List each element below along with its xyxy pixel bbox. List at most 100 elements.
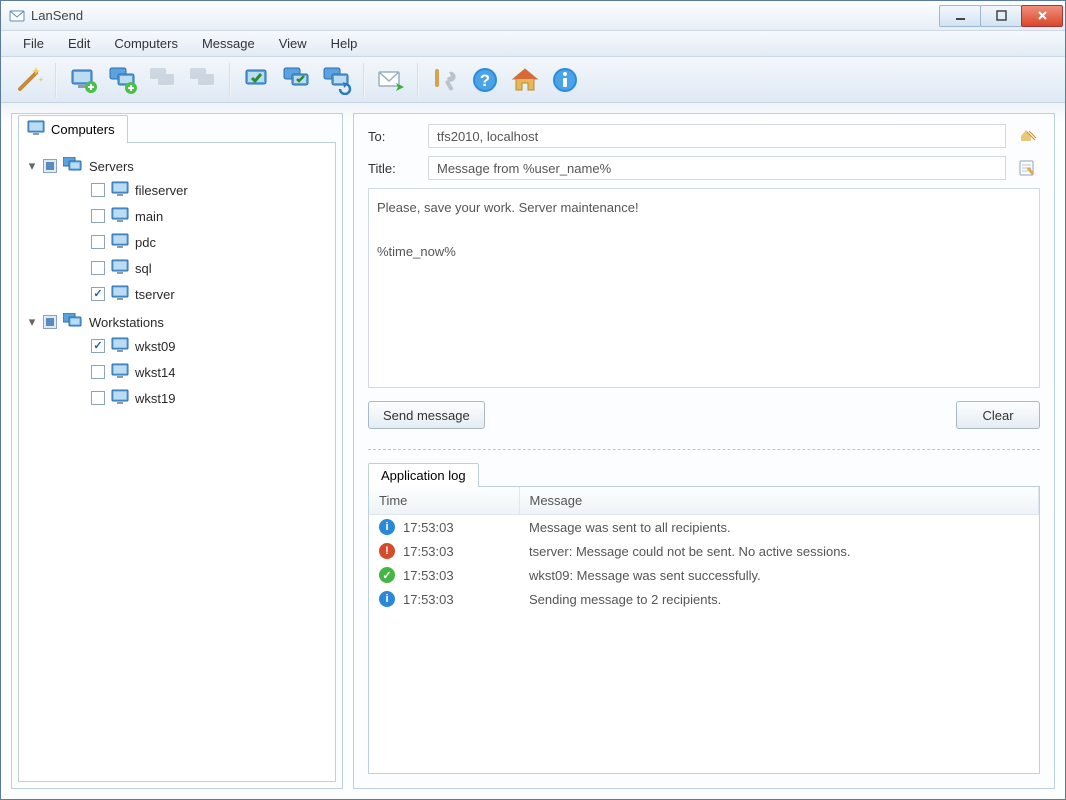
tab-computers[interactable]: Computers [18,115,128,143]
log-col-time[interactable]: Time [369,487,519,515]
computer-icon [111,363,129,382]
log-row[interactable]: ✓17:53:03wkst09: Message was sent succes… [369,563,1039,587]
send-message-button[interactable]: Send message [368,401,485,429]
computers-tree[interactable]: ▾ Serversfileserver main pdc sql tserver ▾ Work… [19,143,335,423]
close-button[interactable] [1021,5,1063,27]
item-checkbox[interactable] [91,365,105,379]
log-row[interactable]: i17:53:03Message was sent to all recipie… [369,515,1039,540]
tree-item-label: pdc [135,235,156,250]
computer-icon [111,233,129,252]
tree-item-row[interactable]: pdc [75,231,327,253]
item-checkbox[interactable] [91,235,105,249]
tree-group-label: Workstations [89,315,164,330]
menu-file[interactable]: File [11,33,56,54]
tree-item-row[interactable]: tserver [75,283,327,305]
log-message-text: wkst09: Message was sent successfully. [529,568,761,583]
title-label: Title: [368,161,418,176]
computer-icon [27,120,45,139]
log-row[interactable]: i17:53:03Sending message to 2 recipients… [369,587,1039,611]
item-checkbox[interactable] [91,339,105,353]
about-icon[interactable] [547,62,583,98]
log-message-text: Message was sent to all recipients. [529,520,731,535]
to-label: To: [368,129,418,144]
tree-item-label: sql [135,261,152,276]
log-message-text: Sending message to 2 recipients. [529,592,721,607]
app-window: LanSend File Edit Computers Message View… [0,0,1066,800]
tab-computers-label: Computers [51,122,115,137]
log-col-message[interactable]: Message [519,487,1039,515]
tree-item-label: fileserver [135,183,188,198]
group-checkbox[interactable] [43,315,57,329]
item-checkbox[interactable] [91,287,105,301]
toolbar-sep [55,63,57,97]
import2-disabled-icon[interactable] [185,62,221,98]
settings-wrench-icon[interactable] [427,62,463,98]
tree-group-row[interactable]: ▾ Workstations [27,311,327,333]
svg-text:?: ? [480,71,490,90]
log-time-text: 17:53:03 [403,568,454,583]
menu-help[interactable]: Help [319,33,370,54]
menu-computers[interactable]: Computers [102,33,190,54]
status-info-icon: i [379,591,395,607]
group-icon [63,157,83,176]
tree-item-row[interactable]: main [75,205,327,227]
message-body-input[interactable] [368,188,1040,388]
tree-item-label: tserver [135,287,175,302]
maximize-button[interactable] [980,5,1022,27]
toolbar: ? [1,57,1065,103]
edit-title-icon[interactable] [1016,156,1040,180]
select-all-icon[interactable] [239,62,275,98]
tree-item-row[interactable]: wkst09 [75,335,327,357]
tree-group-label: Servers [89,159,134,174]
log-tab-label: Application log [381,468,466,483]
titlebar: LanSend [1,1,1065,31]
title-input[interactable] [428,156,1006,180]
to-input[interactable] [428,124,1006,148]
expander-icon[interactable]: ▾ [27,317,37,327]
select-refresh-icon[interactable] [319,62,355,98]
status-error-icon: ! [379,543,395,559]
log-area: Application log Time Message i17:53:03Me… [368,460,1040,774]
minimize-button[interactable] [939,5,981,27]
computer-icon [111,337,129,356]
tree-item-row[interactable]: fileserver [75,179,327,201]
left-tab-strip: Computers [12,115,342,143]
tree-group-row[interactable]: ▾ Servers [27,155,327,177]
clear-recipients-icon[interactable] [1016,124,1040,148]
computer-icon [111,181,129,200]
clear-button[interactable]: Clear [956,401,1040,429]
item-checkbox[interactable] [91,183,105,197]
help-icon[interactable]: ? [467,62,503,98]
add-computers-icon[interactable] [105,62,141,98]
toolbar-sep [417,63,419,97]
wizard-icon[interactable] [11,62,47,98]
log-message-text: tserver: Message could not be sent. No a… [529,544,851,559]
message-panel: To: Title: Send message Clear [353,113,1055,789]
computer-icon [111,207,129,226]
window-title: LanSend [31,8,940,23]
log-body: Time Message i17:53:03Message was sent t… [368,486,1040,774]
compose-area: To: Title: Send message Clear [354,114,1054,439]
log-row[interactable]: !17:53:03tserver: Message could not be s… [369,539,1039,563]
tab-application-log[interactable]: Application log [368,463,479,487]
send-mail-icon[interactable] [373,62,409,98]
import-disabled-icon[interactable] [145,62,181,98]
add-computer-icon[interactable] [65,62,101,98]
group-checkbox[interactable] [43,159,57,173]
menu-message[interactable]: Message [190,33,267,54]
tree-item-label: wkst14 [135,365,175,380]
item-checkbox[interactable] [91,209,105,223]
select-invert-icon[interactable] [279,62,315,98]
home-icon[interactable] [507,62,543,98]
expander-icon[interactable]: ▾ [27,161,37,171]
item-checkbox[interactable] [91,261,105,275]
tree-item-label: wkst19 [135,391,175,406]
computer-icon [111,285,129,304]
computers-panel: Computers ▾ Serversfileserver main pdc sql ts… [11,113,343,789]
tree-item-row[interactable]: wkst19 [75,387,327,409]
tree-item-row[interactable]: sql [75,257,327,279]
tree-item-row[interactable]: wkst14 [75,361,327,383]
menu-view[interactable]: View [267,33,319,54]
menu-edit[interactable]: Edit [56,33,102,54]
item-checkbox[interactable] [91,391,105,405]
